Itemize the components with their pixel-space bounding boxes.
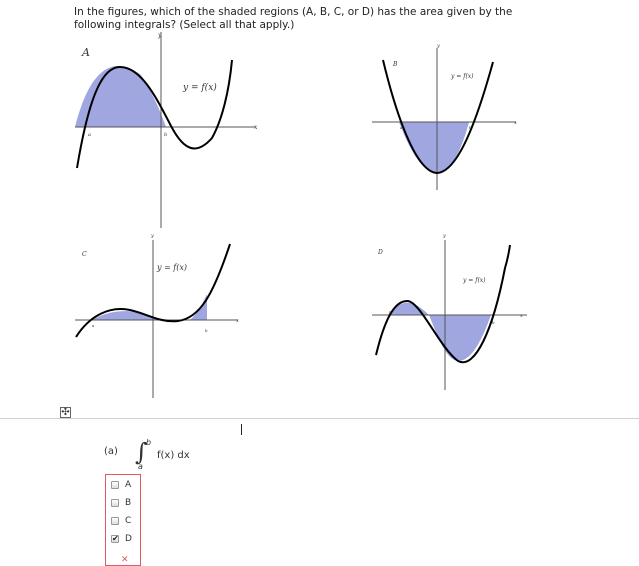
mark-a-a: a	[88, 132, 91, 138]
curve-d	[375, 244, 511, 364]
choice-c-label: C	[125, 516, 132, 526]
x-label-d: x	[520, 313, 523, 319]
answer-choices: A B C ✔ D ✕	[105, 474, 141, 566]
x-label-b: x	[514, 120, 517, 126]
mark-b-a: b	[164, 132, 167, 138]
curve-label-a: y = f(x)	[182, 82, 217, 93]
move-icon[interactable]: ✣	[60, 407, 71, 418]
shaded-region-b	[399, 122, 469, 173]
checkbox-b[interactable]	[111, 499, 119, 507]
integral-lower-limit: a	[138, 462, 143, 471]
checkbox-a[interactable]	[111, 481, 119, 489]
curve-label-c: y = f(x)	[156, 263, 187, 272]
choice-d-label: D	[125, 534, 132, 544]
figure-c: C y x y = f(x) a b	[75, 233, 239, 398]
figure-letter-d: D	[377, 249, 383, 256]
figure-a: A y x y = f(x) a b	[75, 32, 258, 228]
y-label-b: y	[436, 43, 440, 49]
integral-expression: ∫ b a f(x) dx	[123, 438, 213, 472]
mark-b-c: b	[205, 328, 208, 333]
mark-a-c: a	[92, 323, 95, 328]
text-cursor	[241, 424, 242, 435]
checkbox-d[interactable]: ✔	[111, 535, 119, 543]
y-label-d: y	[442, 233, 446, 239]
mark-b-b: b	[469, 125, 472, 130]
choice-b-label: B	[125, 498, 132, 508]
choice-d[interactable]: ✔ D	[111, 533, 139, 546]
figure-letter-b: B	[392, 61, 398, 68]
shaded-region-a	[75, 66, 166, 127]
part-label: (a)	[104, 446, 118, 457]
curve-label-b: y = f(x)	[450, 73, 474, 80]
figure-d: D y x y = f(x) a b	[372, 233, 527, 390]
checkbox-c[interactable]	[111, 517, 119, 525]
choice-a-label: A	[125, 480, 132, 490]
y-label-c: y	[150, 233, 154, 239]
choice-b[interactable]: B	[111, 497, 139, 510]
x-label-a: x	[254, 124, 258, 131]
choice-a[interactable]: A	[111, 479, 139, 492]
integrand: f(x) dx	[157, 450, 190, 461]
figures-panel: A y x y = f(x) a b B y x y = f(x) a b C …	[75, 32, 527, 398]
x-label-c: x	[236, 318, 239, 324]
figure-b: B y x y = f(x) a b	[372, 43, 517, 190]
y-label-a: y	[157, 32, 162, 39]
figure-letter-a: A	[81, 46, 90, 59]
choice-c[interactable]: C	[111, 515, 139, 528]
integral-upper-limit: b	[146, 438, 152, 447]
figure-letter-c: C	[82, 251, 87, 258]
section-divider	[0, 418, 639, 419]
mark-b-d: b	[492, 320, 495, 325]
curve-label-d: y = f(x)	[462, 277, 486, 284]
